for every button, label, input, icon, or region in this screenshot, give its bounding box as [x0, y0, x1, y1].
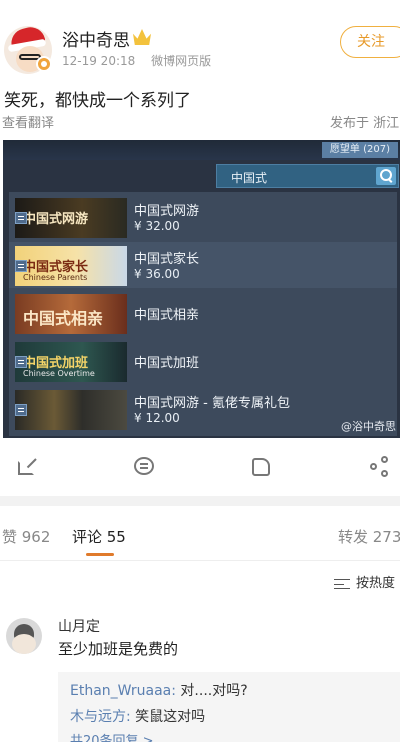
sort-label: 按热度: [356, 576, 396, 591]
reply-text: 笑鼠这对吗: [130, 709, 206, 725]
result-name: 中国式相亲: [134, 308, 200, 323]
like-icon[interactable]: [252, 456, 274, 478]
image-watermark: @浴中奇思: [341, 420, 396, 433]
reply-box[interactable]: Ethan_Wruaaa: 对....对吗? 木与远方: 笑鼠这对吗 共20条回…: [58, 672, 400, 742]
reply-text: 对....对吗?: [175, 683, 248, 699]
tab-divider: [0, 560, 400, 561]
wishlist-tag-icon: [15, 260, 27, 272]
search-results: 中国式网游 中国式网游 ¥ 32.00 中国式家长 Chinese Parent…: [9, 192, 397, 436]
steam-topbar: 愿望单 (207): [3, 140, 400, 160]
wishlist-tag-icon: [15, 212, 27, 224]
tab-comments[interactable]: 评论 55: [72, 526, 126, 547]
comment-text: 至少加班是免费的: [58, 640, 179, 658]
share-icon[interactable]: [16, 456, 38, 478]
result-name: 中国式网游: [134, 204, 200, 219]
reply-author[interactable]: 木与远方:: [70, 709, 131, 725]
wishlist-button: 愿望单 (207): [321, 142, 398, 158]
username[interactable]: 浴中奇思: [62, 26, 130, 51]
sort-icon: [334, 578, 350, 589]
thumbnail-title: 中国式网游: [23, 212, 89, 227]
result-thumbnail: 中国式加班 Chinese Overtime: [15, 342, 127, 382]
wishlist-tag-icon: [15, 356, 27, 368]
tab-likes[interactable]: 赞 962: [2, 526, 50, 547]
reply-author[interactable]: Ethan_Wruaaa:: [70, 683, 176, 699]
post-source: 微博网页版: [151, 54, 212, 68]
thumbnail-title: 中国式相亲: [23, 309, 104, 328]
post-meta: 12-19 20:18 微博网页版: [62, 52, 223, 69]
result-name: 中国式网游 - 氪佬专属礼包: [134, 396, 290, 411]
result-row: 中国式网游 - 氪佬专属礼包 ¥ 12.00: [9, 386, 397, 432]
result-price: ¥ 32.00: [134, 219, 180, 233]
thumbnail-subtitle: Chinese Parents: [23, 273, 88, 282]
reply-item: 木与远方: 笑鼠这对吗: [70, 706, 205, 726]
result-thumbnail: 中国式家长 Chinese Parents: [15, 246, 127, 286]
search-icon: [376, 167, 396, 185]
follow-button[interactable]: 关注: [340, 26, 400, 58]
thumbnail-subtitle: Chinese Overtime: [23, 369, 95, 378]
result-row: 中国式相亲 中国式相亲: [9, 290, 397, 336]
post-date: 12-19 20:18: [62, 54, 136, 68]
steam-search-bar: 中国式: [216, 164, 399, 188]
more-icon[interactable]: [370, 456, 392, 478]
comment-icon[interactable]: [134, 456, 156, 478]
result-row: 中国式加班 Chinese Overtime 中国式加班: [9, 338, 397, 384]
verified-badge-icon: [36, 56, 52, 72]
sort-button[interactable]: 按热度: [334, 572, 395, 591]
post-text: 笑死，都快成一个系列了: [4, 91, 191, 111]
section-divider: [0, 496, 400, 506]
action-bar: [0, 448, 400, 488]
result-thumbnail: 中国式网游: [15, 198, 127, 238]
steam-search-query: 中国式: [231, 171, 268, 185]
translate-link[interactable]: 查看翻译: [2, 112, 54, 131]
result-thumbnail: [15, 390, 127, 430]
result-name: 中国式加班: [134, 356, 200, 371]
result-row: 中国式家长 Chinese Parents 中国式家长 ¥ 36.00: [9, 242, 397, 288]
post-location: 发布于 浙江: [330, 116, 400, 131]
result-row: 中国式网游 中国式网游 ¥ 32.00: [9, 194, 397, 240]
result-price: ¥ 36.00: [134, 267, 180, 281]
active-tab-indicator: [86, 553, 114, 556]
result-thumbnail: 中国式相亲: [15, 294, 127, 334]
crown-icon: [133, 29, 151, 45]
result-price: ¥ 12.00: [134, 411, 180, 425]
tab-reposts[interactable]: 转发 273: [338, 526, 400, 547]
wishlist-tag-icon: [15, 404, 27, 416]
result-name: 中国式家长: [134, 252, 200, 267]
commenter-name[interactable]: 山月定: [58, 616, 100, 636]
more-replies-link[interactable]: 共20条回复 >: [70, 730, 154, 742]
post-image[interactable]: 愿望单 (207) 中国式 中国式网游 中国式网游 ¥ 32.00 中国式家长 …: [3, 140, 400, 438]
commenter-avatar[interactable]: [6, 618, 42, 654]
reply-item: Ethan_Wruaaa: 对....对吗?: [70, 680, 248, 700]
